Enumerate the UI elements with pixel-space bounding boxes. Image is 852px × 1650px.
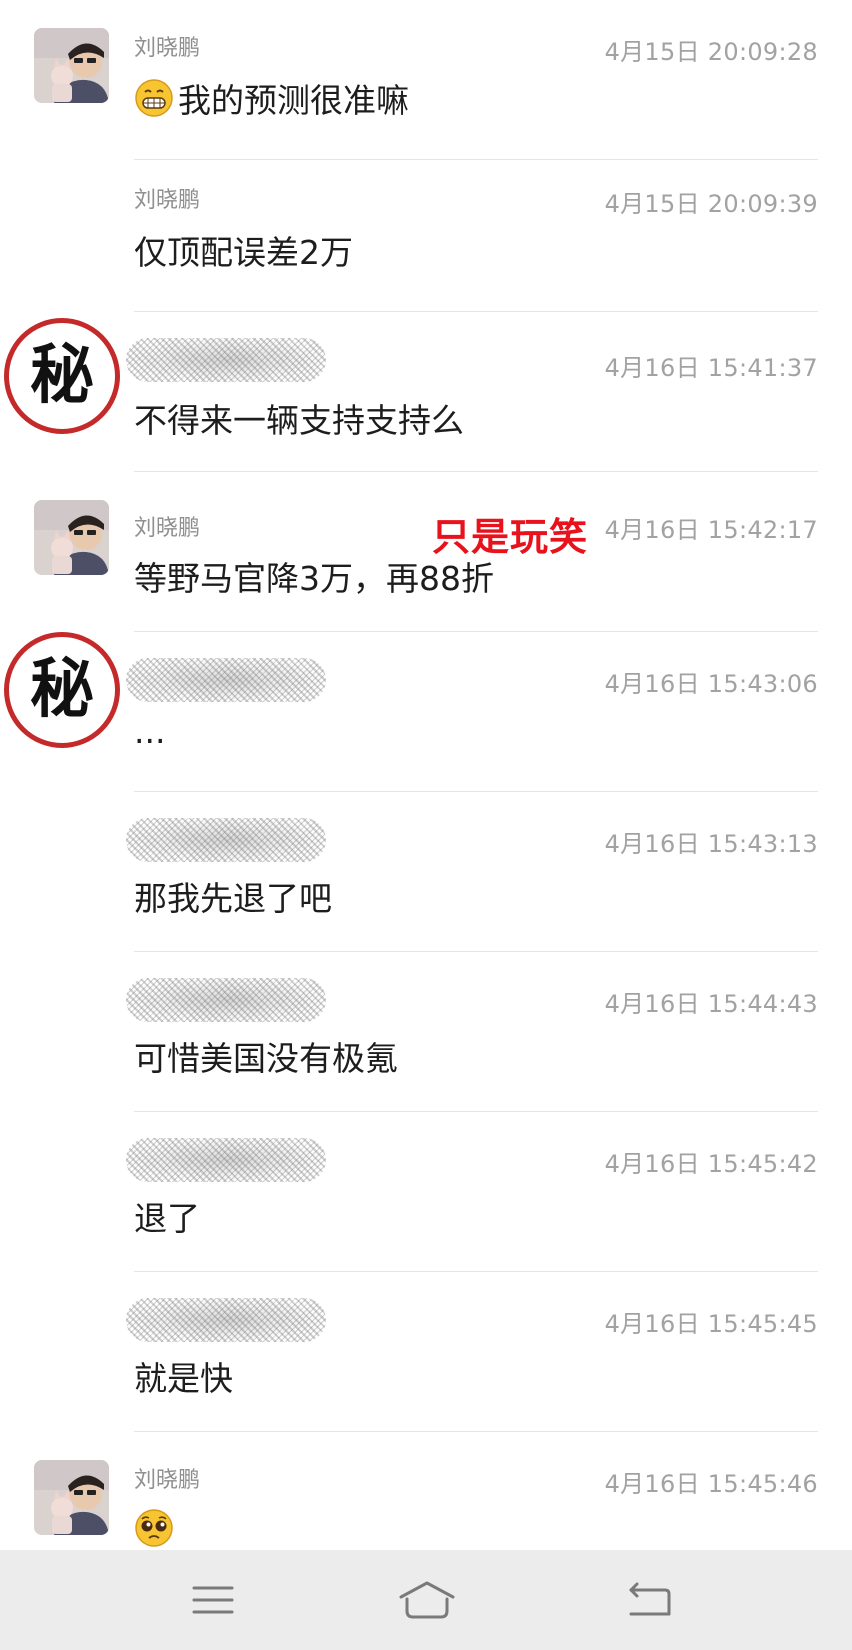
message-time: 4月16日 15:44:43: [604, 990, 818, 1018]
pleading-emoji-icon: [134, 1508, 174, 1548]
sender-name: 刘晓鹏: [134, 188, 201, 213]
message-item[interactable]: 秘 4月16日 15:41:37 不得来一辆支持支持么: [0, 312, 852, 472]
message-text: 那我先退了吧: [134, 879, 332, 918]
back-button[interactable]: [604, 1568, 694, 1632]
message-time: 4月16日 15:43:06: [604, 670, 818, 698]
redacted-sender-name: [126, 978, 326, 1022]
message-text: 就是快: [134, 1359, 233, 1398]
sender-name: 刘晓鹏: [134, 1468, 201, 1493]
redacted-sender-name: [126, 1298, 326, 1342]
message-time: 4月16日 15:43:13: [604, 830, 818, 858]
avatar[interactable]: [34, 28, 109, 103]
chat-message-list[interactable]: 刘晓鹏 4月15日 20:09:28 我的预测很准嘛 刘晓鹏 4月15日 20:…: [0, 0, 852, 1550]
message-item[interactable]: 4月16日 15:43:13 那我先退了吧: [0, 792, 852, 952]
red-annotation: 只是玩笑: [432, 515, 589, 559]
redacted-sender-name: [126, 658, 326, 702]
message-text: [134, 1508, 178, 1548]
message-text: 仅顶配误差2万: [134, 233, 353, 272]
message-text-content: 我的预测很准嘛: [178, 81, 409, 120]
avatar[interactable]: [34, 1460, 109, 1535]
redacted-sender-name: [126, 818, 326, 862]
redacted-sender-name: [126, 338, 326, 382]
home-button[interactable]: [382, 1568, 472, 1632]
system-navigation-bar: [0, 1550, 852, 1650]
redacted-sender-name: [126, 1138, 326, 1182]
message-item[interactable]: 4月16日 15:45:42 退了: [0, 1112, 852, 1272]
message-time: 4月16日 15:41:37: [604, 354, 818, 382]
message-item[interactable]: 刘晓鹏 4月16日 15:45:46: [0, 1432, 852, 1550]
message-item[interactable]: 4月16日 15:45:45 就是快: [0, 1272, 852, 1432]
grin-emoji-icon: [134, 78, 174, 118]
message-text: 我的预测很准嘛: [134, 74, 409, 122]
sender-name: 刘晓鹏: [134, 516, 201, 541]
message-item[interactable]: 刘晓鹏 4月16日 15:42:17 等野马官降3万，再88折: [0, 472, 852, 632]
home-icon: [399, 1581, 455, 1619]
message-item[interactable]: 4月16日 15:44:43 可惜美国没有极氪: [0, 952, 852, 1112]
sender-name: 刘晓鹏: [134, 36, 201, 61]
message-time: 4月15日 20:09:28: [604, 38, 818, 66]
message-time: 4月16日 15:42:17: [604, 516, 818, 544]
message-time: 4月16日 15:45:42: [604, 1150, 818, 1178]
back-icon: [629, 1582, 671, 1616]
message-item[interactable]: 刘晓鹏 4月15日 20:09:39 仅顶配误差2万: [0, 152, 852, 312]
message-text: 可惜美国没有极氪: [134, 1039, 398, 1078]
secret-avatar[interactable]: 秘: [4, 318, 120, 434]
message-text: 不得来一辆支持支持么: [134, 401, 464, 440]
message-time: 4月15日 20:09:39: [604, 190, 818, 218]
message-item[interactable]: 秘 4月16日 15:43:06 ...: [0, 632, 852, 792]
menu-button[interactable]: [168, 1568, 258, 1632]
avatar[interactable]: [34, 500, 109, 575]
menu-icon: [192, 1586, 234, 1614]
message-time: 4月16日 15:45:46: [604, 1470, 818, 1498]
message-text: 退了: [134, 1199, 200, 1238]
secret-avatar[interactable]: 秘: [4, 632, 120, 748]
message-time: 4月16日 15:45:45: [604, 1310, 818, 1338]
message-text: ...: [134, 712, 166, 751]
message-item[interactable]: 刘晓鹏 4月15日 20:09:28 我的预测很准嘛: [0, 0, 852, 160]
